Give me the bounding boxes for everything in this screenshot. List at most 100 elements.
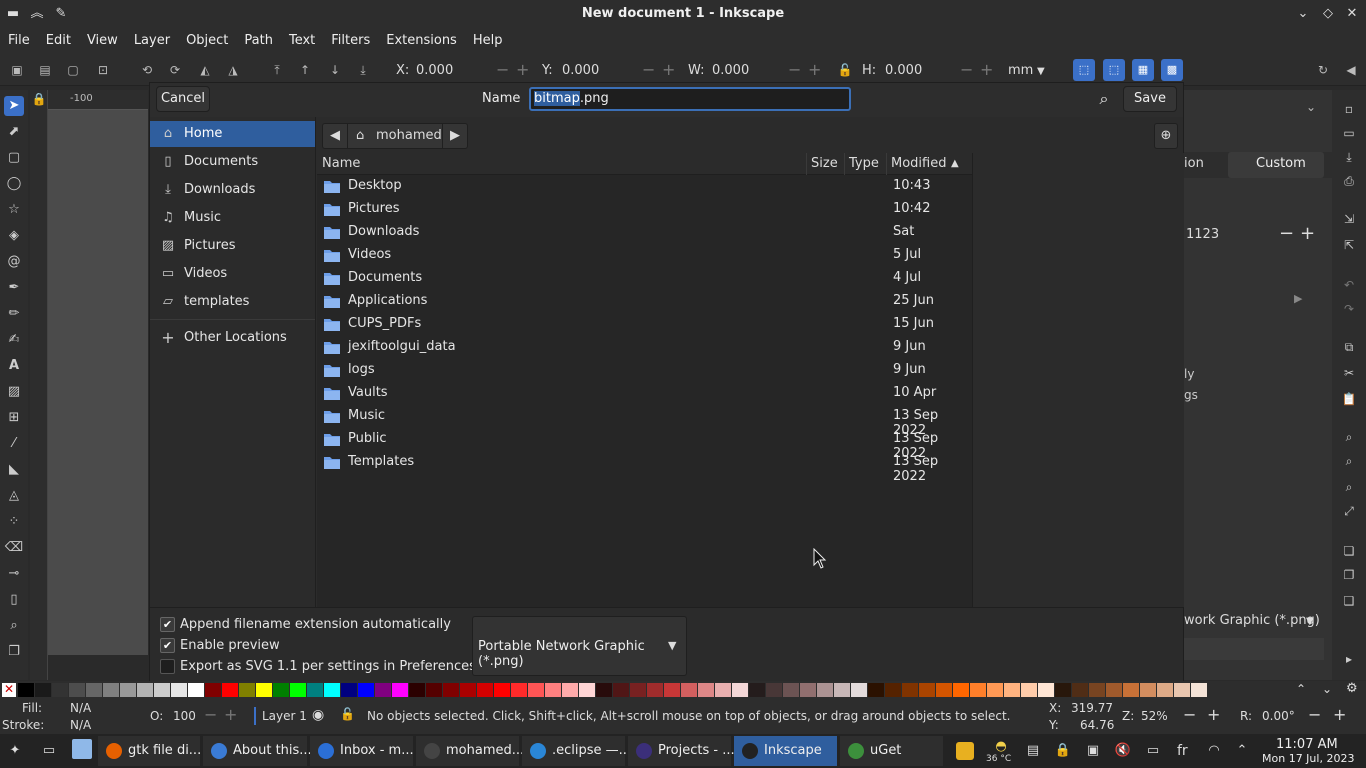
text-tool-icon[interactable]: A [4,356,24,376]
color-swatch[interactable] [749,683,765,697]
clipboard-icon[interactable]: ▤ [1024,742,1042,760]
path-back-icon[interactable]: ◀ [322,123,348,149]
undo-icon[interactable]: ↶ [1340,276,1358,294]
zoom-in-icon[interactable]: + [1207,705,1220,724]
color-swatch[interactable] [52,683,68,697]
color-swatch[interactable] [817,683,833,697]
flip-vertical-icon[interactable]: ◮ [224,61,242,79]
measure-tool-icon[interactable]: ▯ [4,590,24,610]
current-layer[interactable]: Layer 1 [262,709,307,723]
zoom-tool-icon[interactable]: ⌕ [4,616,24,636]
color-swatch[interactable] [851,683,867,697]
color-swatch[interactable] [1004,683,1020,697]
x-decrement-icon[interactable]: − [496,60,509,79]
bezier-tool-icon[interactable]: ✒ [4,278,24,298]
lock-tray-icon[interactable]: 🔒 [1054,742,1072,760]
pencil-tool-icon[interactable]: ✏ [4,304,24,324]
color-swatch[interactable] [698,683,714,697]
h-input[interactable]: 0.000 [885,63,922,78]
append-extension-checkbox[interactable]: ✔ [160,617,175,632]
color-swatch[interactable] [715,683,731,697]
opacity-input[interactable]: 100 [173,709,196,723]
y-decrement-icon[interactable]: − [642,60,655,79]
cancel-button[interactable]: Cancel [156,86,210,112]
color-swatch[interactable] [324,683,340,697]
taskbar-item[interactable]: Projects - ... [628,736,735,766]
paste-icon[interactable]: 📋 [1340,390,1358,408]
color-swatch[interactable] [511,683,527,697]
3d-box-tool-icon[interactable]: ◈ [4,226,24,246]
menu-object[interactable]: Object [178,28,236,54]
more-commands-icon[interactable]: ▸ [1340,650,1358,668]
raise-top-icon[interactable]: ⤒ [268,61,286,79]
taskbar-item[interactable]: .eclipse —... [522,736,631,766]
panel-value[interactable]: 1123 [1186,227,1219,242]
path-segment-home[interactable]: ⌂ mohamed [347,123,443,149]
panel-decrement-icon[interactable]: − [1279,223,1294,244]
rotate-input[interactable]: 0.00° [1262,709,1295,723]
pages-tool-icon[interactable]: ❐ [4,642,24,662]
color-swatch[interactable] [205,683,221,697]
panel-tab-partial[interactable]: ion [1184,156,1204,171]
lock-ratio-icon[interactable]: 🔓 [836,61,854,79]
color-swatch[interactable] [766,683,782,697]
menu-path[interactable]: Path [236,28,281,54]
color-swatch[interactable] [290,683,306,697]
color-swatch[interactable] [647,683,663,697]
color-swatch[interactable] [86,683,102,697]
color-swatch[interactable] [239,683,255,697]
color-swatch[interactable] [460,683,476,697]
lower-icon[interactable]: ↓ [326,61,344,79]
color-swatch[interactable] [375,683,391,697]
color-swatch[interactable] [800,683,816,697]
place-other-locations[interactable]: + Other Locations [150,325,315,351]
color-swatch[interactable] [1157,683,1173,697]
clock-date[interactable]: Mon 17 Jul, 2023 [1262,752,1354,765]
taskbar-item[interactable]: uGet [840,736,943,766]
unit-dropdown-icon[interactable]: ▼ [1037,66,1045,77]
connector-tool-icon[interactable]: ⊸ [4,564,24,584]
panel-arrow-icon[interactable]: ▶ [1294,292,1302,305]
move-patterns-icon[interactable]: ▩ [1161,59,1183,81]
file-row[interactable]: logs 9 Jun [317,359,972,382]
file-row[interactable]: Music 13 Sep 2022 [317,405,972,438]
cut-icon[interactable]: ✂ [1340,364,1358,382]
color-swatch[interactable] [103,683,119,697]
color-swatch[interactable] [1106,683,1122,697]
color-swatch[interactable] [137,683,153,697]
files-tray-icon[interactable]: ▣ [1084,742,1102,760]
color-swatch[interactable] [596,683,612,697]
path-forward-icon[interactable]: ▶ [442,123,468,149]
raise-icon[interactable]: ↑ [296,61,314,79]
palette-up-icon[interactable]: ⌃ [1296,682,1306,696]
flip-horizontal-icon[interactable]: ◭ [196,61,214,79]
color-swatch[interactable] [1021,683,1037,697]
color-swatch[interactable] [613,683,629,697]
copy-icon[interactable]: ⧉ [1340,338,1358,356]
menu-layer[interactable]: Layer [126,28,178,54]
save-button[interactable]: Save [1123,86,1177,112]
menu-edit[interactable]: Edit [38,28,79,54]
clock-time[interactable]: 11:07 AM [1276,737,1338,752]
rectangle-tool-icon[interactable]: ▢ [4,148,24,168]
lock-icon[interactable]: 🔓 [340,707,355,721]
eraser-tool-icon[interactable]: ⌫ [4,538,24,558]
taskbar-item[interactable]: Inkscape [734,736,837,766]
opacity-increment-icon[interactable]: + [224,705,237,724]
w-input[interactable]: 0.000 [712,63,749,78]
spray-tool-icon[interactable]: ⁘ [4,512,24,532]
zoom-out-icon[interactable]: − [1183,705,1196,724]
mesh-tool-icon[interactable]: ⊞ [4,408,24,428]
zoom-selection-icon[interactable]: ⌕ [1340,428,1358,446]
tray-expand-icon[interactable]: ⌃ [1233,742,1251,760]
paint-bucket-tool-icon[interactable]: ◣ [4,460,24,480]
color-swatch[interactable] [630,683,646,697]
duplicate-icon[interactable]: ❏ [1340,542,1358,560]
zoom-drawing-icon[interactable]: ⌕ [1340,452,1358,470]
file-row[interactable]: Documents 4 Jul [317,267,972,290]
color-swatch[interactable] [256,683,272,697]
color-swatch[interactable] [528,683,544,697]
color-swatch[interactable] [1038,683,1054,697]
color-swatch[interactable] [222,683,238,697]
color-swatch[interactable] [1072,683,1088,697]
